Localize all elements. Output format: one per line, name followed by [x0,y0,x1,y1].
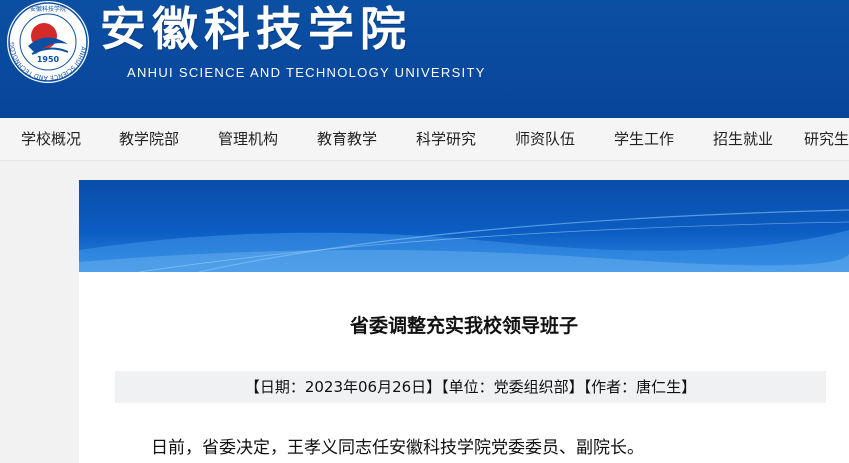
nav-item-graduate[interactable]: 研究生 [804,118,849,160]
article-meta: 【日期：2023年06月26日】【单位：党委组织部】【作者：唐仁生】 [244,378,697,396]
nav-item-admissions[interactable]: 招生就业 [713,118,773,160]
logo-top-text: 安徽科技学院 [30,5,66,13]
university-name-cn: 安徽科技学院 [100,2,412,56]
nav-item-departments[interactable]: 教学院部 [119,118,179,160]
article-container: 省委调整充实我校领导班子 【日期：2023年06月26日】【单位：党委组织部】【… [79,180,849,463]
site-header: ANHUI SCIENCE AND TECHNOLOGY UNIVERSITY … [0,0,849,118]
article-banner [79,180,849,272]
nav-item-overview[interactable]: 学校概况 [21,118,81,160]
university-name-en: ANHUI SCIENCE AND TECHNOLOGY UNIVERSITY [127,65,486,80]
main-nav: 学校概况 教学院部 管理机构 教育教学 科学研究 师资队伍 学生工作 招生就业 … [0,118,849,161]
nav-item-research[interactable]: 科学研究 [416,118,476,160]
university-logo[interactable]: ANHUI SCIENCE AND TECHNOLOGY UNIVERSITY … [6,0,90,84]
nav-item-student-affairs[interactable]: 学生工作 [614,118,674,160]
nav-item-administration[interactable]: 管理机构 [218,118,278,160]
article-title: 省委调整充实我校领导班子 [349,315,578,337]
article-meta-bar: 【日期：2023年06月26日】【单位：党委组织部】【作者：唐仁生】 [115,371,826,403]
logo-year: 1950 [37,55,60,64]
nav-item-education[interactable]: 教育教学 [317,118,377,160]
nav-item-faculty[interactable]: 师资队伍 [515,118,575,160]
article-paragraph: 日前，省委决定，王孝义同志任安徽科技学院党委委员、副院长。 [151,438,644,458]
